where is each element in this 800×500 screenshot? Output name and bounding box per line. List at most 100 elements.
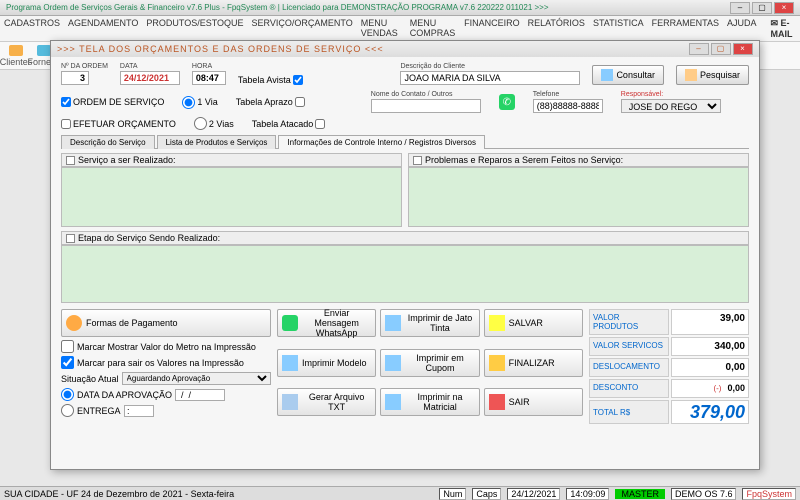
valor-produtos-value: 39,00 [671,309,749,335]
cliente-label: Descrição do Cliente [400,63,580,70]
minimize-button[interactable]: – [730,2,750,14]
email-link[interactable]: ✉ E-MAIL [770,18,796,39]
expand-icon[interactable] [413,156,422,165]
contato-input[interactable] [371,99,481,113]
order-modal: >>> TELA DOS ORÇAMENTOS E DAS ORDENS DE … [50,40,760,470]
menu-item[interactable]: CADASTROS [4,18,60,39]
chk-valores[interactable] [61,356,74,369]
ordem-servico-label: ORDEM DE SERVIÇO [73,97,164,107]
file-icon [282,394,298,410]
chk-metro-label: Marcar Mostrar Valor do Metro na Impress… [77,342,256,352]
imprimir-matricial-button[interactable]: Imprimir na Matricial [380,388,479,416]
tabela-aprazo-check[interactable] [295,97,305,107]
via1-label: 1 Via [197,97,217,107]
cliente-input[interactable] [400,71,580,85]
flag-icon [489,355,505,371]
sair-button[interactable]: SAIR [484,388,583,416]
whatsapp-icon[interactable]: ✆ [499,94,515,110]
whatsapp-button[interactable]: Enviar Mensagem WhatsApp [277,309,376,337]
menu-item[interactable]: MENU VENDAS [361,18,402,39]
tabela-atacado-label: Tabela Atacado [252,119,314,129]
status-version: DEMO OS 7.6 [671,488,737,500]
via1-radio[interactable] [182,96,195,109]
data-label: DATA [120,63,180,70]
status-brand: FpqSystem [742,488,796,500]
telefone-input[interactable] [533,99,603,113]
tab-descricao[interactable]: Descrição do Serviço [61,135,155,149]
etapa-label: Etapa do Serviço Sendo Realizado: [78,233,220,243]
num-ordem-input[interactable] [61,71,89,85]
finalizar-button[interactable]: FINALIZAR [484,349,583,377]
situacao-select[interactable]: Aguardando Aprovação [122,372,271,385]
entrega-radio[interactable] [61,404,74,417]
consultar-button[interactable]: Consultar [592,65,664,85]
hora-input[interactable] [192,71,226,85]
data-aprov-input[interactable] [175,389,225,401]
menu-item[interactable]: RELATÓRIOS [528,18,585,39]
chk-metro[interactable] [61,340,74,353]
deslocamento-value: 0,00 [671,358,749,377]
tabela-avista-check[interactable] [293,75,303,85]
menu-item[interactable]: PRODUTOS/ESTOQUE [146,18,243,39]
ordem-servico-check[interactable] [61,97,71,107]
gerar-txt-button[interactable]: Gerar Arquivo TXT [277,388,376,416]
valor-servicos-label: VALOR SERVICOS [589,337,669,356]
menu-item[interactable]: MENU COMPRAS [410,18,456,39]
problemas-textarea[interactable] [408,167,749,227]
telefone-label: Telefone [533,91,603,98]
close-button[interactable]: × [774,2,794,14]
modal-maximize[interactable]: ▢ [711,43,731,55]
menu-item[interactable]: STATISTICA [593,18,644,39]
printer-icon [385,315,401,331]
servico-textarea[interactable] [61,167,402,227]
menu-item[interactable]: AGENDAMENTO [68,18,138,39]
status-time: 14:09:09 [566,488,609,500]
efetuar-orc-label: EFETUAR ORÇAMENTO [73,119,176,129]
coins-icon [66,315,82,331]
tabela-avista-label: Tabela Avista [238,75,291,85]
tab-controle[interactable]: Informações de Controle Interno / Regist… [278,135,485,149]
deslocamento-label: DESLOCAMENTO [589,358,669,377]
expand-icon[interactable] [66,156,75,165]
responsavel-select[interactable]: JOSE DO REGO [621,99,721,113]
tab-produtos[interactable]: Lista de Produtos e Serviços [157,135,277,149]
data-aprov-radio[interactable] [61,388,74,401]
menu-item[interactable]: SERVIÇO/ORÇAMENTO [252,18,353,39]
menu-item[interactable]: FERRAMENTAS [652,18,719,39]
exit-icon [489,394,505,410]
imprimir-cupom-button[interactable]: Imprimir em Cupom [380,349,479,377]
modal-close[interactable]: × [733,43,753,55]
printer-icon [282,355,298,371]
desconto-label: DESCONTO [589,379,669,398]
imprimir-jato-button[interactable]: Imprimir de Jato Tinta [380,309,479,337]
window-controls: – ▢ × [730,2,794,14]
tabela-atacado-check[interactable] [315,119,325,129]
contato-label: Nome do Contato / Outros [371,91,481,98]
imprimir-modelo-button[interactable]: Imprimir Modelo [277,349,376,377]
formas-pagamento-button[interactable]: Formas de Pagamento [61,309,271,337]
maximize-button[interactable]: ▢ [752,2,772,14]
supplier-icon [37,45,51,56]
toolbar-clientes[interactable]: Clientes [4,45,28,67]
efetuar-orc-check[interactable] [61,119,71,129]
pesquisar-button[interactable]: Pesquisar [676,65,749,85]
menu-item[interactable]: AJUDA [727,18,757,39]
etapa-textarea[interactable] [61,245,749,303]
via2-radio[interactable] [194,117,207,130]
menu-item[interactable]: FINANCEIRO [464,18,520,39]
search-icon [601,69,613,81]
save-icon [489,315,505,331]
responsavel-label: Responsável: [621,91,721,98]
expand-icon[interactable] [66,234,75,243]
total-label: TOTAL R$ [589,400,669,424]
tab-bar: Descrição do Serviço Lista de Produtos e… [61,134,749,149]
data-input[interactable] [120,71,180,85]
salvar-button[interactable]: SALVAR [484,309,583,337]
num-ordem-label: Nº DA ORDEM [61,63,108,70]
entrega-input[interactable] [124,405,154,417]
people-icon [9,45,23,56]
data-aprov-label: DATA DA APROVAÇÃO [77,390,172,400]
problemas-label: Problemas e Reparos a Serem Feitos no Se… [425,155,623,165]
modal-minimize[interactable]: – [689,43,709,55]
capslock-indicator: Caps [472,488,501,500]
